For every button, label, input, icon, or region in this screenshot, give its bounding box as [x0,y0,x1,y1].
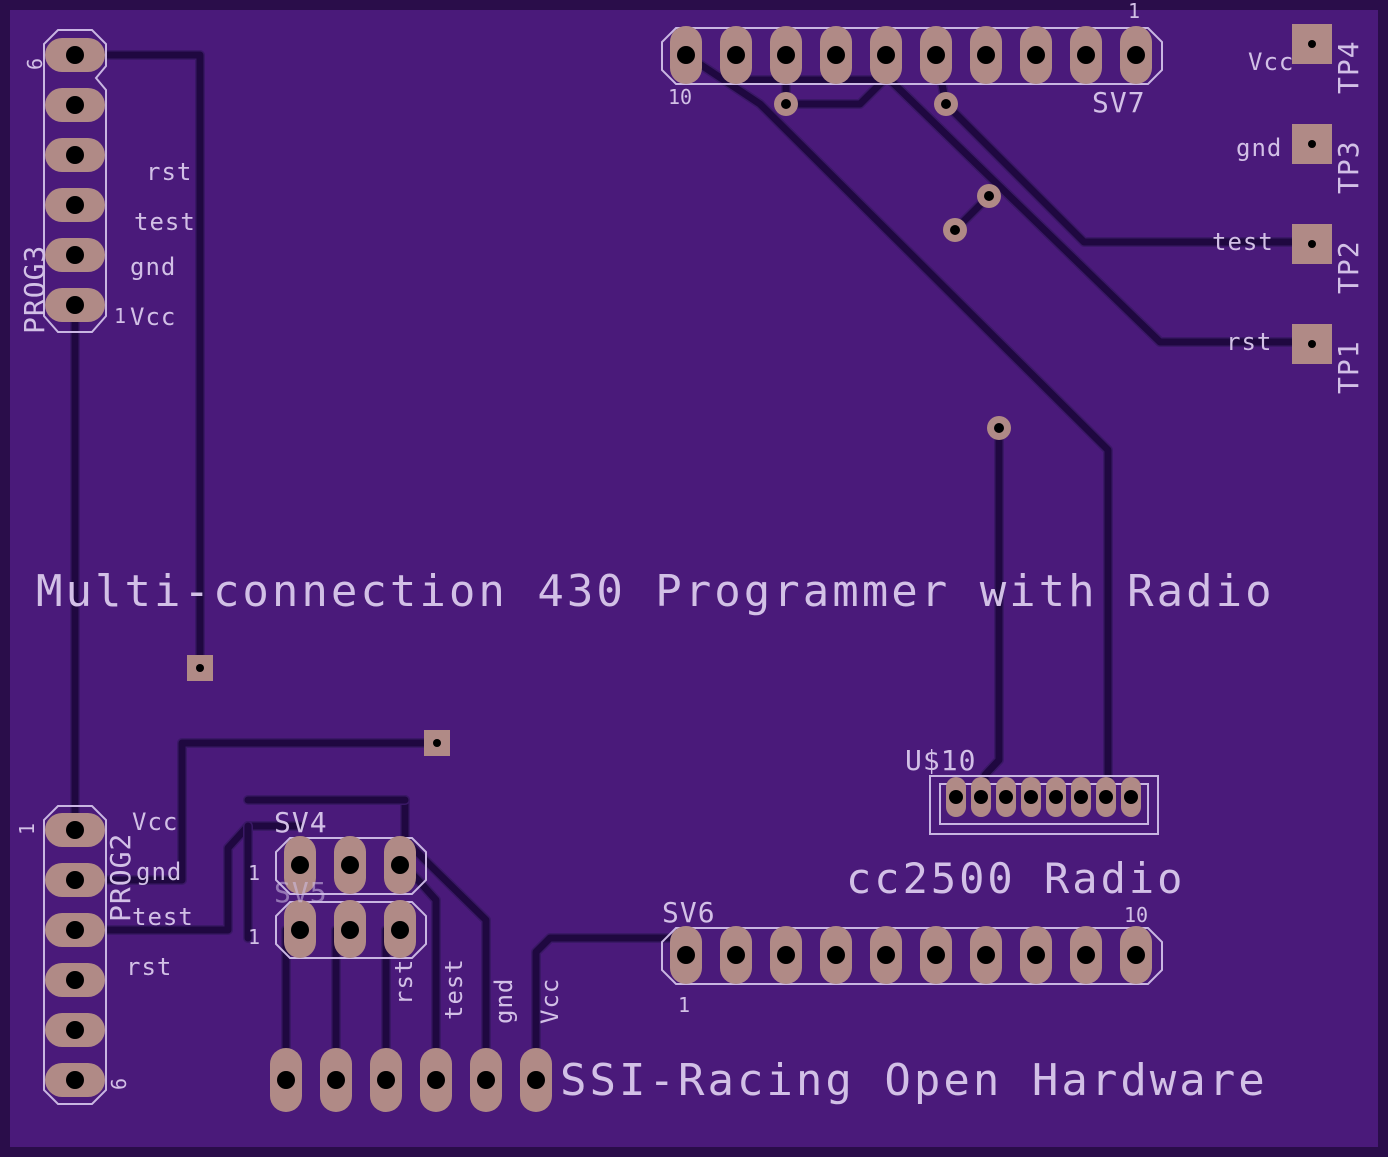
tp2-ref: TP2 [1332,240,1365,294]
tp1-ref: TP1 [1332,340,1365,394]
sv6-pin-left: 1 [678,993,690,1017]
sv5-pin-label: 1 [248,925,260,949]
sv5-ref: SV5 [274,876,328,909]
prog3-pin-last: 1 [114,304,126,328]
prog3-label-gnd: gnd [130,253,176,281]
prog3-pin-first: 6 [23,58,47,70]
prog2-label-test: test [132,903,194,931]
prog3-ref: PROG3 [18,245,51,334]
testpoint-tp3[interactable] [1292,124,1332,164]
bottom-label-vcc: Vcc [536,978,564,1024]
tp4-ref: TP4 [1332,40,1365,94]
testpoint-tp2[interactable] [1292,224,1332,264]
tp1-label: rst [1226,328,1272,356]
prog2-label-vcc: Vcc [132,808,178,836]
tp3-ref: TP3 [1332,140,1365,194]
testpoint-tp1[interactable] [1292,324,1332,364]
bottom-label-rst: rst [390,959,418,1005]
tp4-label: Vcc [1248,48,1294,76]
bottom-label-gnd: gnd [490,978,518,1024]
board-footer: SSI-Racing Open Hardware [560,1055,1268,1106]
sv7-pin-right: 1 [1128,0,1140,23]
prog3-label-rst: rst [146,158,192,186]
radio-label: cc2500 Radio [846,854,1185,903]
u10-ref: U$10 [905,744,976,777]
tp2-label: test [1212,228,1274,256]
sv7-pin-left: 10 [668,85,692,109]
prog2-label-gnd: gnd [136,858,182,886]
prog2-pin-last: 6 [107,1078,131,1090]
pcb-board: Multi-connection 430 Programmer with Rad… [0,0,1388,1157]
board-title: Multi-connection 430 Programmer with Rad… [36,566,1275,617]
testpoint-tp4[interactable] [1292,24,1332,64]
tp3-label: gnd [1236,134,1282,162]
bottom-label-test: test [440,958,468,1020]
sv4-pin-label: 1 [248,861,260,885]
sv7-ref: SV7 [1092,86,1146,119]
sv4-ref: SV4 [274,806,328,839]
prog2-label-rst: rst [126,953,172,981]
prog2-pin-first: 1 [15,823,39,835]
sv6-ref: SV6 [662,896,716,929]
sv6-pin-right: 10 [1124,903,1148,927]
prog3-label-vcc: Vcc [130,303,176,331]
prog3-label-test: test [134,208,196,236]
